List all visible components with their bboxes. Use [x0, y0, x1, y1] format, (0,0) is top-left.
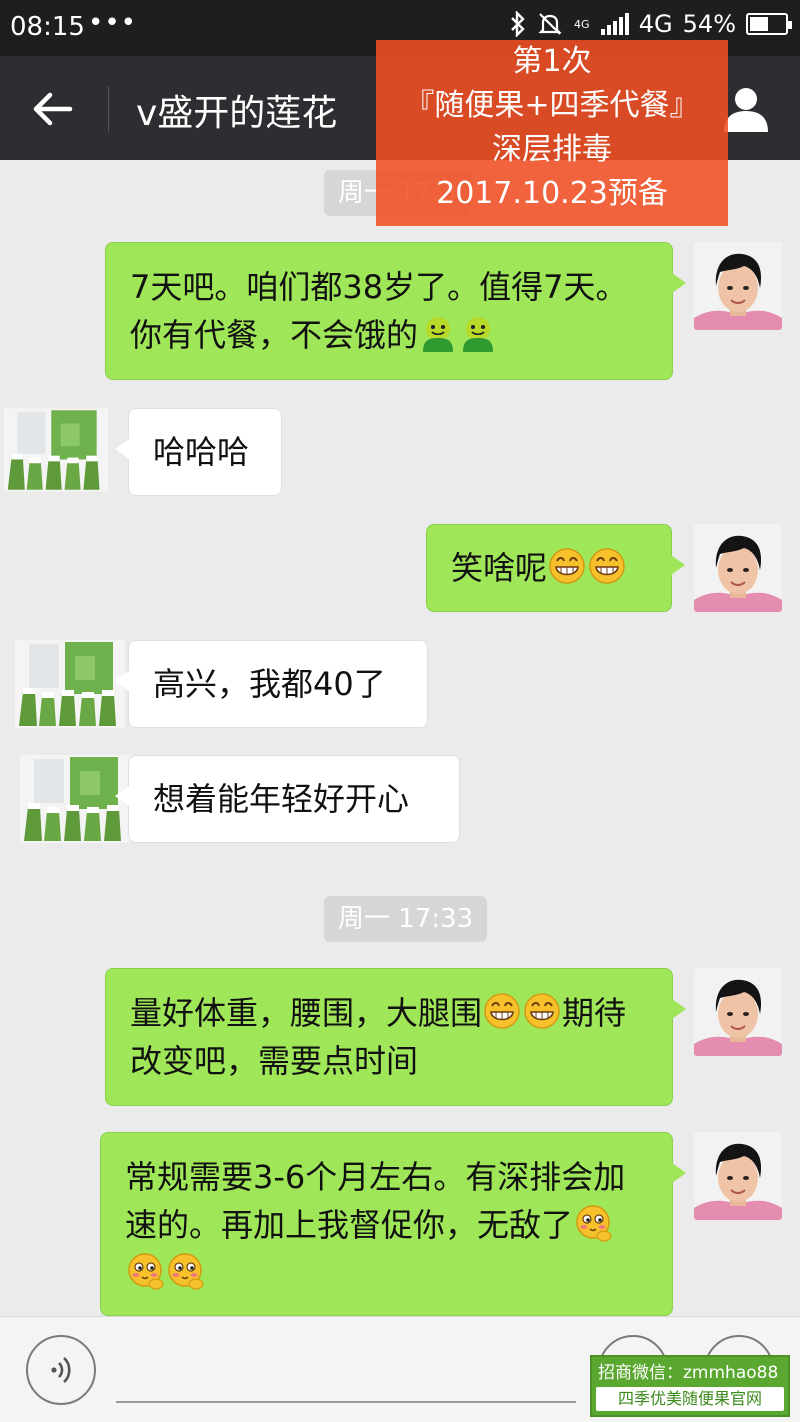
- promo-line: 2017.10.23预备: [436, 176, 668, 211]
- message-text: 想着能年轻好开心: [153, 780, 410, 818]
- message-text: 哈哈哈: [153, 433, 250, 471]
- promo-overlay: 第1次 『随便果+四季代餐』 深层排毒 2017.10.23预备: [376, 40, 728, 226]
- promo-line: 第1次: [512, 44, 592, 79]
- message-bubble-incoming[interactable]: 高兴，我都40了: [115, 640, 428, 728]
- message-bubble-outgoing[interactable]: 7天吧。咱们都38岁了。值得7天。你有代餐，不会饿的: [105, 242, 686, 380]
- message-text: 高兴，我都40了: [153, 665, 386, 703]
- status-icons: 4G 4G 54%: [509, 10, 792, 38]
- green-smile-emoji-icon: [419, 314, 457, 352]
- grin-emoji-icon: [523, 992, 561, 1030]
- voice-wave-icon: [28, 1357, 94, 1407]
- avatar-self[interactable]: [694, 524, 782, 612]
- avatar-self[interactable]: [694, 1132, 782, 1220]
- watermark-badge: 招商微信：zmmhao88 四季优美随便果官网: [590, 1355, 790, 1417]
- watermark-line: 四季优美随便果官网: [596, 1387, 784, 1411]
- message-bubble-outgoing[interactable]: 常规需要3-6个月左右。有深排会加速的。再加上我督促你，无敌了: [100, 1132, 686, 1316]
- chat-title: v盛开的莲花: [136, 93, 338, 134]
- avatar-self[interactable]: [694, 242, 782, 330]
- timestamp: 周一 17:33: [324, 896, 488, 942]
- avatar-contact[interactable]: [4, 406, 108, 494]
- avatar-self[interactable]: [694, 968, 782, 1056]
- battery-percent: 54%: [682, 10, 736, 38]
- message-input[interactable]: [116, 1401, 576, 1403]
- message-bubble-outgoing[interactable]: 笑啥呢: [426, 524, 685, 612]
- mute-bell-icon: [537, 11, 563, 37]
- grin-emoji-icon: [548, 547, 586, 585]
- message-text: 量好体重，腰围，大腿围 期待改变吧，需要点时间: [130, 992, 627, 1080]
- grin-emoji-icon: [588, 547, 626, 585]
- message-text: 7天吧。咱们都38岁了。值得7天。你有代餐，不会饿的: [130, 268, 628, 354]
- avatar-contact[interactable]: [14, 640, 126, 728]
- message-bubble-outgoing[interactable]: 量好体重，腰围，大腿围 期待改变吧，需要点时间: [105, 968, 686, 1106]
- promo-line: 『随便果+四季代餐』: [404, 88, 700, 123]
- shy-emoji-icon: [166, 1252, 204, 1290]
- header-divider: [108, 86, 109, 132]
- bluetooth-icon: [509, 11, 527, 37]
- notification-dots: •••: [88, 8, 138, 38]
- message-text: 常规需要3-6个月左右。有深排会加速的。再加上我督促你，无敌了: [125, 1153, 648, 1297]
- network-small-label: 4G: [574, 17, 590, 31]
- status-time: 08:15: [10, 12, 85, 42]
- back-arrow-icon: [28, 92, 78, 138]
- shy-emoji-icon: [574, 1204, 612, 1242]
- green-smile-emoji-icon: [459, 314, 497, 352]
- voice-input-button[interactable]: [26, 1335, 96, 1405]
- promo-line: 深层排毒: [492, 132, 612, 167]
- network-label: 4G: [638, 10, 673, 38]
- signal-icon: [600, 13, 629, 35]
- battery-icon: [746, 13, 792, 35]
- shy-emoji-icon: [126, 1252, 164, 1290]
- message-bubble-incoming[interactable]: 哈哈哈: [115, 408, 282, 496]
- back-button[interactable]: [28, 84, 78, 134]
- message-bubble-incoming[interactable]: 想着能年轻好开心: [115, 755, 460, 843]
- message-text: 笑啥呢: [451, 544, 627, 592]
- grin-emoji-icon: [483, 992, 521, 1030]
- watermark-line: 招商微信：zmmhao88: [598, 1363, 779, 1383]
